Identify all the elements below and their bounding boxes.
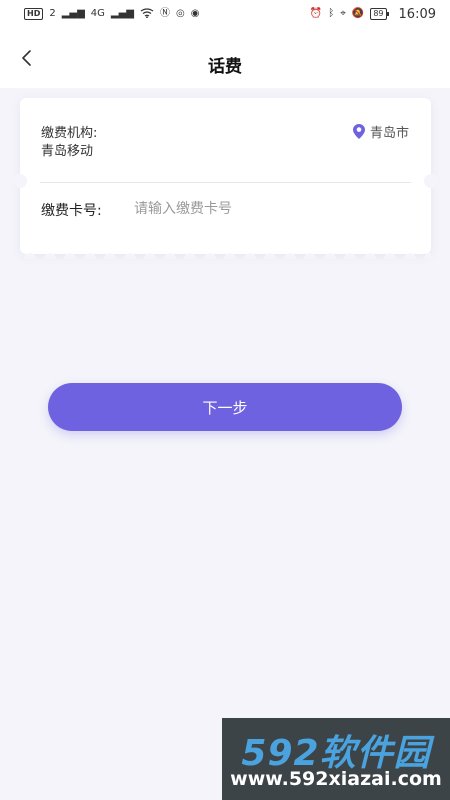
status-left: HD 2 ▂▄▆ 4G ▂▄▆ Ⓝ ◎ ◉ xyxy=(24,7,200,21)
status-bar: HD 2 ▂▄▆ 4G ▂▄▆ Ⓝ ◎ ◉ ⏰ ᛒ ⌖ 🔕 89 16:09 xyxy=(0,0,450,28)
profile-icon: ◉ xyxy=(190,8,200,19)
scallop xyxy=(284,253,296,259)
scallop xyxy=(364,253,376,259)
scallop xyxy=(84,253,96,259)
site-watermark: 592软件园 www.592xiazai.com xyxy=(222,718,450,800)
scallop xyxy=(384,253,396,259)
network-type: 4G xyxy=(90,8,105,19)
city-label: 青岛市 xyxy=(369,126,409,141)
divider xyxy=(40,182,411,183)
scallop xyxy=(24,253,36,259)
nav-bar: 话费 xyxy=(0,28,450,88)
watermark-url: www.592xiazai.com xyxy=(230,768,442,790)
scallop xyxy=(424,253,431,259)
location-pin-icon xyxy=(352,124,365,139)
card-number-label: 缴费卡号: xyxy=(41,203,102,219)
wifi-icon xyxy=(140,7,154,21)
clock: 16:09 xyxy=(398,6,436,22)
scallop xyxy=(184,253,196,259)
scallop xyxy=(344,253,356,259)
scallop xyxy=(204,253,216,259)
next-button[interactable]: 下一步 xyxy=(48,383,402,431)
nfc-icon: Ⓝ xyxy=(160,8,170,19)
scallop xyxy=(124,253,136,259)
scallop xyxy=(44,253,56,259)
payment-card: 缴费机构: 青岛移动 青岛市 缴费卡号: xyxy=(13,98,438,259)
sim-indicator: 2 xyxy=(49,8,56,19)
bluetooth-icon: ᛒ xyxy=(328,8,335,19)
scallop xyxy=(224,253,236,259)
scallop xyxy=(304,253,316,259)
alarm-icon: ⏰ xyxy=(309,8,323,19)
ticket-notch-right xyxy=(424,174,438,188)
ticket-scallop-edge xyxy=(24,253,431,259)
scallop xyxy=(244,253,256,259)
location-icon: ⌖ xyxy=(340,8,346,19)
scallop xyxy=(404,253,416,259)
battery-icon: 89 xyxy=(370,8,389,20)
card-number-input[interactable] xyxy=(132,194,406,224)
wechat-icon: ◎ xyxy=(176,8,185,19)
scallop xyxy=(64,253,76,259)
scallop xyxy=(264,253,276,259)
org-label: 缴费机构: xyxy=(41,126,98,141)
mute-icon: 🔕 xyxy=(351,8,365,19)
org-value: 青岛移动 xyxy=(41,144,94,159)
scallop xyxy=(164,253,176,259)
page-title: 话费 xyxy=(208,57,242,77)
city-selector[interactable]: 青岛市 xyxy=(352,122,409,141)
scallop xyxy=(104,253,116,259)
hd-badge: HD xyxy=(24,8,44,20)
signal-icon: ▂▄▆ xyxy=(61,8,85,19)
status-right: ⏰ ᛒ ⌖ 🔕 89 16:09 xyxy=(310,7,436,22)
scallop xyxy=(324,253,336,259)
ticket-notch-left xyxy=(13,174,27,188)
signal-icon-2: ▂▄▆ xyxy=(110,8,134,19)
scallop xyxy=(144,253,156,259)
